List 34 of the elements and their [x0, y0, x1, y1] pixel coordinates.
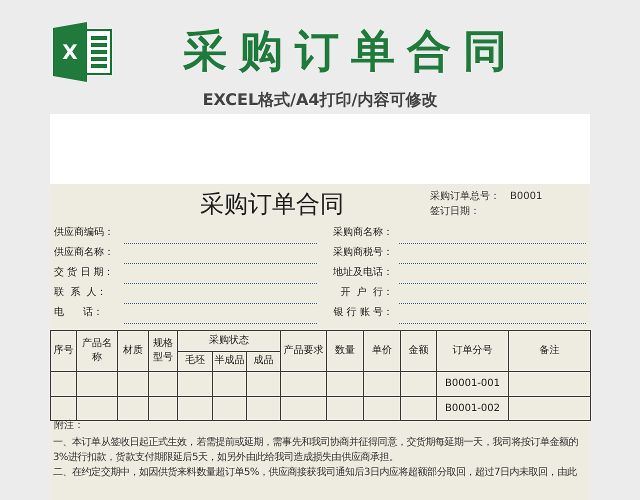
table-header-cell: 订单分号 [436, 330, 509, 372]
table-header-cell: 产品要求 [280, 330, 327, 372]
table-header-cell: 备注 [508, 330, 591, 372]
table-cell: B0001-002 [436, 396, 509, 420]
field-label: 银 行 账 号： [332, 306, 393, 320]
field-label: 联 系 人： [54, 286, 108, 300]
document-title: 采购订单合同 [200, 189, 345, 220]
field-label: 采购商名称： [332, 226, 393, 240]
table-header-cell: 规格型号 [148, 330, 178, 372]
meta-value: B0001 [510, 190, 542, 204]
table-header-cell: 半成品 [212, 351, 246, 372]
notes-title: 附注： [53, 418, 85, 433]
meta-label: 签订日期： [430, 204, 481, 219]
table-header-cell: 单价 [364, 330, 401, 372]
table-cell: B0001-001 [436, 372, 509, 396]
field-label: 开 户 行： [339, 286, 393, 300]
table-header-cell: 数量 [326, 330, 364, 372]
banner-title: 采购订单合同 [183, 25, 519, 79]
table-header-cell: 产品名称 [76, 330, 118, 372]
meta-label: 采购订单总号： [430, 190, 500, 204]
field-label: 供应商编码： [54, 226, 115, 240]
table-header-cell: 序号 [50, 330, 76, 372]
field-label: 供应商名称： [54, 246, 115, 260]
table-header-cell: 毛坯 [178, 351, 212, 372]
table-header-cell: 材质 [118, 330, 148, 372]
note-paragraph: 一、本订单从签收日起正式生效，若需提前或延期，需事先和我司协商并征得同意，交货期每延期一天，我司将按订单金额的3%进行扣款，货款支付期限延后5天，如另外由此给我司造成损失由供应商承担。 [52, 436, 580, 465]
field-label: 电 话： [54, 306, 104, 320]
field-label: 地址及电话： [332, 266, 393, 280]
table-header-cell: 金额 [400, 330, 437, 372]
banner-subtitle: EXCEL格式/A4打印/内容可修改 [202, 90, 438, 111]
table-header-cell: 采购状态 [178, 330, 281, 351]
field-label: 交 货 日 期： [54, 266, 115, 280]
note-paragraph: 二、在约定交期中，如因供货来料数量超订单5%，供应商接获我司通知后3日内应将超额部分取回，超过7日内未取回，由此 [52, 466, 578, 480]
field-label: 采购商税号： [332, 246, 393, 260]
